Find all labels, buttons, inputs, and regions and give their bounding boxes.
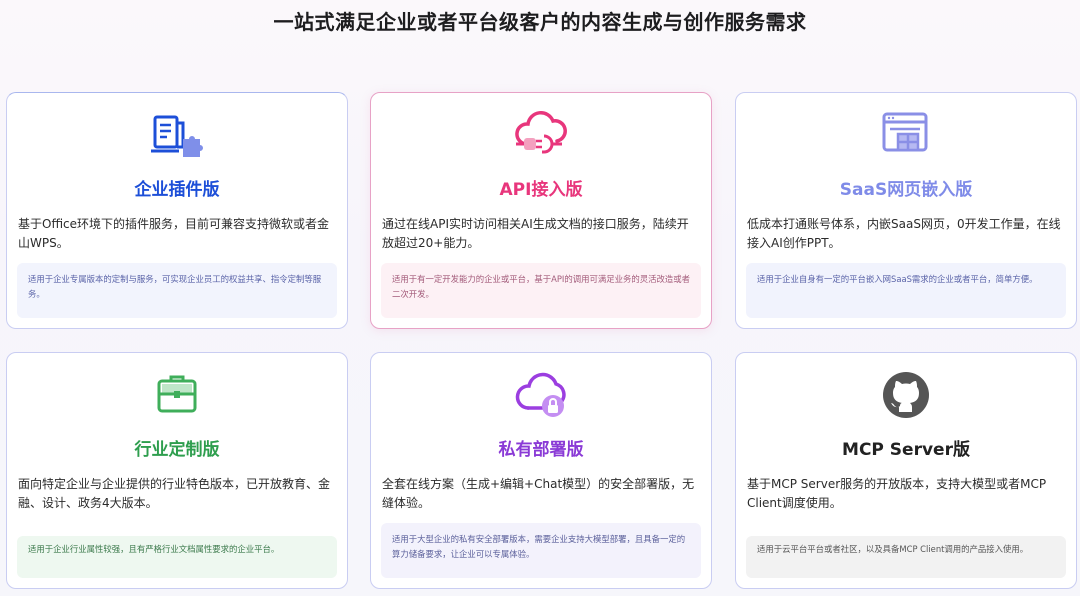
page-heading: 一站式满足企业或者平台级客户的内容生成与创作服务需求 (273, 10, 807, 34)
card-saas-embed[interactable]: SaaS网页嵌入版 低成本打通账号体系，内嵌SaaS网页，0开发工作量，在线接入… (735, 92, 1077, 329)
cloud-lock-icon (511, 369, 571, 421)
card-description: 低成本打通账号体系，内嵌SaaS网页，0开发工作量，在线接入AI创作PPT。 (747, 217, 1061, 250)
card-title: API接入版 (499, 180, 583, 200)
card-note: 适用于大型企业的私有安全部署版本，需要企业支持大模型部署，且具备一定的算力储备要… (381, 523, 701, 578)
card-mcp-server[interactable]: MCP Server版 基于MCP Server服务的开放版本，支持大模型或者M… (735, 352, 1077, 589)
briefcase-icon (147, 369, 207, 421)
card-description: 面向特定企业与企业提供的行业特色版本，已开放教育、金融、设计、政务4大版本。 (18, 477, 331, 510)
card-enterprise-plugin[interactable]: 企业插件版 基于Office环境下的插件服务，目前可兼容支持微软或者金山WPS。… (6, 92, 348, 329)
browser-window-icon (876, 109, 936, 161)
card-note: 适用于企业专属版本的定制与服务，可实现企业员工的权益共享、指令定制等服务。 (17, 263, 337, 318)
card-description: 基于Office环境下的插件服务，目前可兼容支持微软或者金山WPS。 (18, 217, 330, 250)
card-private-deploy[interactable]: 私有部署版 全套在线方案（生成+编辑+Chat模型）的安全部署版，无缝体验。 适… (370, 352, 712, 589)
card-note: 适用于企业自身有一定的平台嵌入网SaaS需求的企业或者平台，简单方便。 (746, 263, 1066, 318)
card-description: 全套在线方案（生成+编辑+Chat模型）的安全部署版，无缝体验。 (382, 477, 695, 510)
card-title: SaaS网页嵌入版 (839, 180, 973, 200)
card-title: 行业定制版 (134, 440, 220, 460)
card-title: 私有部署版 (498, 440, 584, 460)
card-api-access[interactable]: API接入版 通过在线API实时访问相关AI生成文档的接口服务，陆续开放超过20… (370, 92, 712, 329)
card-title: MCP Server版 (842, 440, 970, 460)
cloud-plug-icon (511, 109, 571, 161)
card-note: 适用于企业行业属性较强，且有严格行业文档属性要求的企业平台。 (17, 536, 337, 578)
card-industry-custom[interactable]: 行业定制版 面向特定企业与企业提供的行业特色版本，已开放教育、金融、设计、政务4… (6, 352, 348, 589)
card-note: 适用于有一定开发能力的企业或平台，基于API的调用可满足业务的灵活改造或者二次开… (381, 263, 701, 318)
card-title: 企业插件版 (134, 180, 220, 200)
github-icon (876, 369, 936, 421)
card-note: 适用于云平台平台或者社区，以及具备MCP Client调用的产品接入使用。 (746, 536, 1066, 578)
card-description: 基于MCP Server服务的开放版本，支持大模型或者MCP Client调度使… (747, 477, 1047, 510)
card-description: 通过在线API实时访问相关AI生成文档的接口服务，陆续开放超过20+能力。 (382, 217, 689, 250)
document-puzzle-icon (147, 109, 207, 161)
